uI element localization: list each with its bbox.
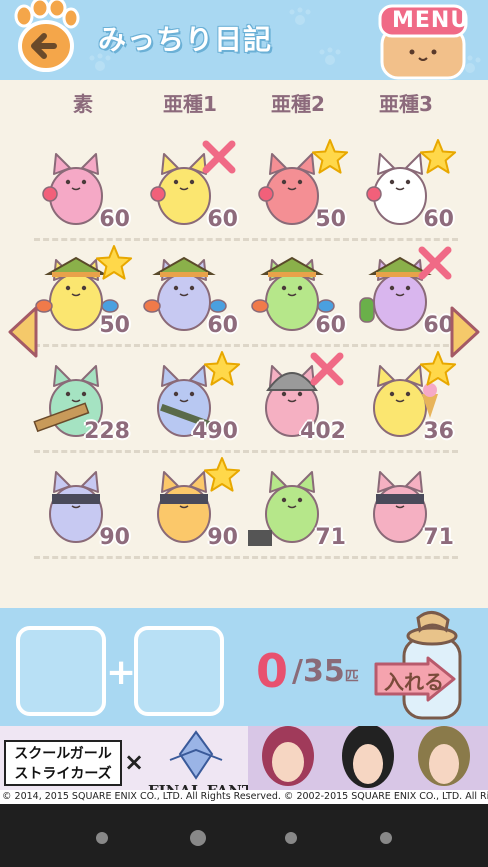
arrow-right-icon	[450, 306, 480, 358]
cat-count: 60	[423, 207, 454, 232]
cat-cell[interactable]: 60	[356, 138, 462, 238]
cat-cell[interactable]: 60	[140, 244, 246, 344]
cat-count: 50	[99, 313, 130, 338]
column-header-variant-1: 亜種1	[163, 92, 217, 116]
menu-button[interactable]: MENU	[370, 0, 480, 84]
row-divider	[34, 238, 458, 241]
nav-back-dot[interactable]	[96, 832, 108, 844]
column-headers: 素 亜種1 亜種2 亜種3	[0, 88, 488, 116]
cat-count: 490	[192, 419, 238, 444]
cat-count: 228	[84, 419, 130, 444]
cat-cell[interactable]: 490	[140, 350, 246, 450]
ad-logo-line1: スクールガール	[14, 746, 112, 762]
cat-count: 71	[423, 525, 454, 550]
jar-total: /35匹	[292, 654, 359, 689]
column-header-base: 素	[73, 92, 93, 116]
combine-slot-2[interactable]	[134, 626, 224, 716]
plus-icon: +	[106, 652, 137, 693]
cat-count: 60	[99, 207, 130, 232]
ad-copyright: © 2014, 2015 SQUARE ENIX CO., LTD. All R…	[0, 790, 488, 804]
cat-count: 60	[207, 313, 238, 338]
cat-count: 90	[99, 525, 130, 550]
ad-banner[interactable]: スクールガール ストライカーズ × FINAL FANTASY XI © 201…	[0, 726, 488, 804]
cat-cell[interactable]: 71	[248, 456, 354, 556]
row-divider	[34, 344, 458, 347]
ad-logo-schoolgirl: スクールガール ストライカーズ	[4, 740, 122, 786]
cat-cell[interactable]: 36	[356, 350, 462, 450]
paw-back-icon	[14, 0, 80, 72]
ad-cross: ×	[124, 748, 145, 776]
cat-cell[interactable]: 60	[248, 244, 354, 344]
jar-panel: + 0 /35匹 入れる	[0, 608, 488, 726]
cat-cell[interactable]: 90	[140, 456, 246, 556]
cat-count: 36	[423, 419, 454, 444]
cat-count: 60	[207, 207, 238, 232]
nav-home-dot[interactable]	[190, 830, 206, 846]
jar-unit: 匹	[344, 669, 359, 685]
cat-cell[interactable]: 60	[140, 138, 246, 238]
header-bar: みっちり日記 MENU	[0, 0, 488, 80]
nav-menu-dot[interactable]	[380, 832, 392, 844]
arrow-left-icon	[8, 306, 38, 358]
cat-cell[interactable]: 90	[32, 456, 138, 556]
menu-label: MENU	[392, 8, 470, 33]
jar-count: 0	[256, 644, 289, 698]
jar-total-value: /35	[292, 654, 345, 689]
page-title: みっちり日記	[98, 23, 273, 56]
navigation-bar	[0, 804, 488, 867]
combine-slot-1[interactable]	[16, 626, 106, 716]
nav-recent-dot[interactable]	[285, 832, 297, 844]
next-page-button[interactable]	[448, 304, 482, 360]
cat-count: 60	[315, 313, 346, 338]
cat-cell[interactable]: 60	[32, 138, 138, 238]
row-divider	[34, 450, 458, 453]
column-header-variant-2: 亜種2	[271, 92, 325, 116]
cat-count: 71	[315, 525, 346, 550]
cat-cell[interactable]: 50	[248, 138, 354, 238]
ad-logo-line2: ストライカーズ	[14, 766, 112, 782]
cat-cell[interactable]: 402	[248, 350, 354, 450]
cat-count: 90	[207, 525, 238, 550]
cat-cell[interactable]: 228	[32, 350, 138, 450]
column-header-variant-3: 亜種3	[379, 92, 433, 116]
prev-page-button[interactable]	[6, 304, 40, 360]
back-button[interactable]	[10, 0, 82, 76]
cat-count: 402	[300, 419, 346, 444]
cat-cell[interactable]: 71	[356, 456, 462, 556]
ad-crystal-icon	[169, 730, 223, 780]
put-in-label: 入れる	[384, 670, 444, 694]
cat-cell[interactable]: 50	[32, 244, 138, 344]
ad-characters-image	[248, 726, 488, 790]
cat-count: 50	[315, 207, 346, 232]
cat-cell[interactable]: 60	[356, 244, 462, 344]
row-divider	[34, 556, 458, 559]
app-screen: みっちり日記 MENU 素 亜種1 亜種2 亜種3 60 60 50 60 50 60 60…	[0, 0, 488, 867]
